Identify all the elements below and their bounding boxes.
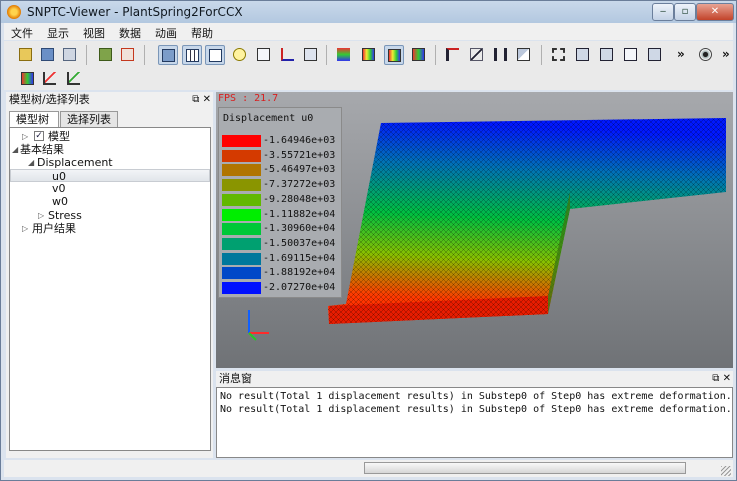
menu-display[interactable]: 显示 [40, 23, 76, 43]
minimize-button[interactable]: ‒ [652, 3, 674, 21]
title-bar[interactable]: SNPTC-Viewer - PlantSpring2ForCCX ‒ ▫ ✕ [1, 1, 736, 23]
menu-animation[interactable]: 动画 [148, 23, 184, 43]
tree-item-model[interactable]: ▷ ✓ 模型 [10, 130, 210, 143]
tree-item-user-results[interactable]: ▷ 用户结果 [10, 222, 210, 235]
collapse-arrow-icon[interactable]: ◢ [28, 156, 34, 169]
message-panel-title: 消息窗 [219, 372, 252, 385]
message-log[interactable]: No result(Total 1 displacement results) … [216, 387, 733, 458]
axis-icon[interactable] [278, 45, 298, 65]
top-view-icon[interactable] [621, 45, 641, 65]
open-file-icon[interactable] [16, 45, 36, 65]
close-button[interactable]: ✕ [696, 3, 734, 21]
color-map-icon[interactable] [334, 45, 354, 65]
3d-viewport[interactable]: FPS : 21.7 Displacement u0 -1.64946e+03-… [216, 92, 733, 368]
tree-item-label: w0 [52, 195, 68, 208]
menu-help[interactable]: 帮助 [184, 23, 220, 43]
app-logo-icon [7, 5, 21, 19]
side-view-icon[interactable] [597, 45, 617, 65]
outline-view-icon[interactable] [205, 45, 225, 65]
tree-item-basic-results[interactable]: ◢ 基本结果 [10, 143, 210, 156]
tree-item-label: 模型 [48, 130, 70, 143]
front-view-icon[interactable] [573, 45, 593, 65]
model-box-icon[interactable] [96, 45, 116, 65]
message-panel-header: 消息窗 ⧉ ✕ [216, 371, 733, 387]
axis-triad [248, 310, 269, 341]
slice-icon[interactable] [467, 45, 487, 65]
solid-view-icon[interactable] [158, 45, 178, 65]
export-icon[interactable] [60, 45, 80, 65]
cube-outline-icon[interactable] [254, 45, 274, 65]
expand-arrow-icon[interactable]: ▷ [22, 130, 28, 143]
window-title: SNPTC-Viewer - PlantSpring2ForCCX [27, 5, 243, 19]
excel-export-icon[interactable] [118, 45, 138, 65]
light-icon[interactable] [230, 45, 250, 65]
tree-item-label: 基本结果 [20, 143, 64, 156]
menu-file[interactable]: 文件 [4, 23, 40, 43]
eye-icon[interactable] [696, 45, 716, 65]
section-icon[interactable] [514, 45, 534, 65]
tree-item-stress[interactable]: ▷ Stress [10, 209, 210, 222]
model-body [328, 118, 726, 324]
panel-float-close-buttons[interactable]: ⧉ ✕ [192, 92, 211, 108]
status-bar [4, 460, 733, 477]
toolbar-more-button-2[interactable]: » [722, 47, 730, 61]
tree-item-w0[interactable]: w0 [10, 195, 210, 208]
menu-bar: 文件 显示 视图 数据 动画 帮助 [4, 23, 733, 40]
menu-view[interactable]: 视图 [76, 23, 112, 43]
measure-icon[interactable] [491, 45, 511, 65]
probe-icon[interactable] [443, 45, 463, 65]
message-line: No result(Total 1 displacement results) … [220, 391, 732, 402]
result-curve-icon[interactable] [64, 69, 84, 89]
model-mesh[interactable] [216, 92, 733, 368]
tree-item-label: 用户结果 [32, 222, 76, 235]
model-checkbox[interactable]: ✓ [34, 131, 44, 141]
model-tree: ▷ ✓ 模型 ◢ 基本结果 ◢ Displacement u0 v0 w0 ▷ … [9, 127, 211, 451]
model-tree-panel: 模型树/选择列表 ⧉ ✕ 模型树 选择列表 ▷ ✓ 模型 ◢ 基本结果 ◢ Di… [6, 92, 213, 458]
fit-view-icon[interactable] [549, 45, 569, 65]
color-grid-icon[interactable] [409, 45, 429, 65]
color-active-icon[interactable] [384, 45, 404, 65]
collapse-arrow-icon[interactable]: ◢ [12, 143, 18, 156]
toolbar-more-button[interactable]: » [677, 47, 685, 61]
app-window: SNPTC-Viewer - PlantSpring2ForCCX ‒ ▫ ✕ … [0, 0, 737, 481]
expand-arrow-icon[interactable]: ▷ [38, 209, 44, 222]
tree-item-label: Displacement [37, 156, 113, 169]
tab-selection-list[interactable]: 选择列表 [60, 111, 118, 127]
secondary-toolbar [4, 68, 733, 90]
menu-data[interactable]: 数据 [112, 23, 148, 43]
model-tree-panel-header: 模型树/选择列表 ⧉ ✕ [6, 92, 213, 108]
tree-item-label: Stress [48, 209, 82, 222]
message-line: No result(Total 1 displacement results) … [220, 404, 732, 415]
tree-item-v0[interactable]: v0 [10, 182, 210, 195]
expand-arrow-icon[interactable]: ▷ [22, 222, 28, 235]
iso-view-icon[interactable] [645, 45, 665, 65]
tree-item-label: v0 [52, 182, 66, 195]
model-tree-panel-title: 模型树/选择列表 [9, 93, 90, 106]
maximize-button[interactable]: ▫ [674, 3, 696, 21]
color-cube-icon[interactable] [359, 45, 379, 65]
panel-float-close-buttons[interactable]: ⧉ ✕ [712, 371, 731, 387]
box-small-icon[interactable] [301, 45, 321, 65]
status-progress-bar [364, 462, 686, 474]
tree-item-u0[interactable]: u0 [10, 169, 210, 183]
wireframe-view-icon[interactable] [182, 45, 202, 65]
result-plot-icon[interactable] [40, 69, 60, 89]
main-toolbar: » » [4, 41, 733, 68]
excel-result-icon[interactable] [18, 69, 38, 89]
tab-model-tree[interactable]: 模型树 [9, 111, 59, 128]
message-panel: 消息窗 ⧉ ✕ No result(Total 1 displacement r… [216, 371, 733, 458]
resize-grip-icon[interactable] [721, 466, 731, 476]
import-icon[interactable] [38, 45, 58, 65]
tree-item-displacement[interactable]: ◢ Displacement [10, 156, 210, 169]
